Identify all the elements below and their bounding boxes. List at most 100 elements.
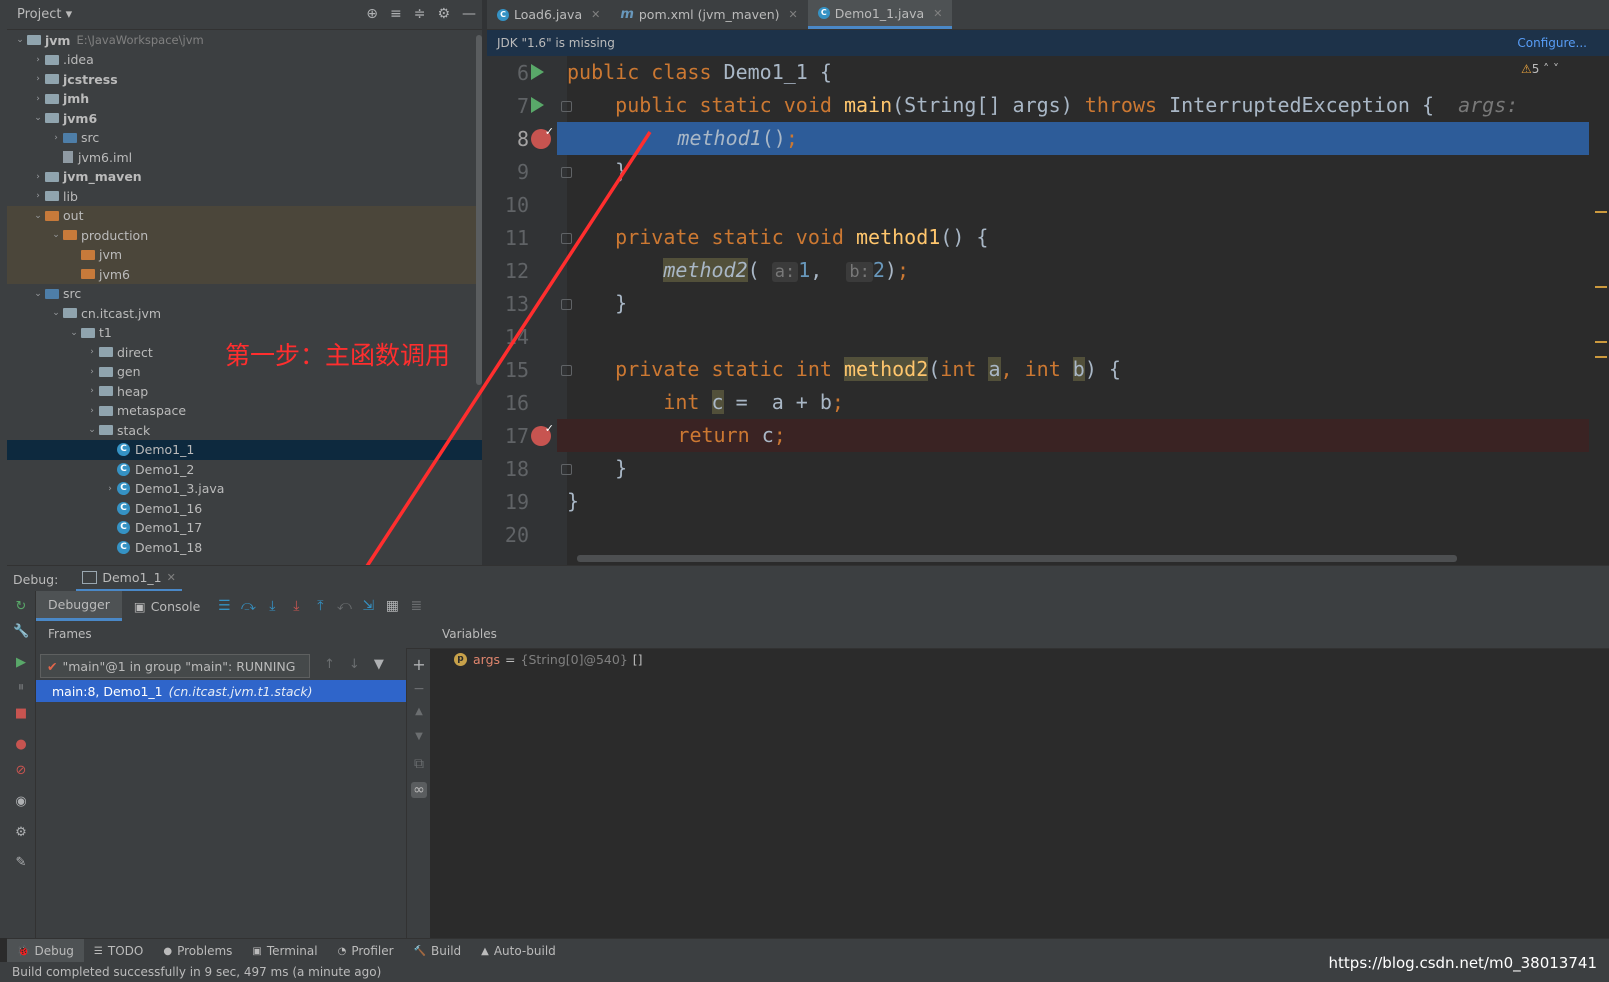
editor-tab[interactable]: C Load6.java ✕ (487, 0, 610, 29)
configure-link[interactable]: Configure... (1517, 36, 1587, 50)
bottom-tab[interactable]: 🔨 Build (404, 939, 472, 963)
close-icon[interactable]: ✕ (933, 7, 942, 20)
glasses-icon[interactable]: ∞ (411, 782, 427, 798)
thread-select[interactable]: ✔ "main"@1 in group "main": RUNNING (40, 654, 310, 678)
chevron-right-icon[interactable]: › (85, 367, 99, 377)
tree-item[interactable]: ⌄ cn.itcast.jvm (7, 303, 482, 323)
gear-icon[interactable]: ⚙ (437, 6, 450, 22)
resume-icon[interactable]: ▶ (13, 655, 29, 671)
run-to-cursor-icon[interactable]: ⇲ (356, 598, 380, 614)
error-stripe[interactable] (1587, 56, 1609, 565)
add-icon[interactable]: + (411, 655, 427, 674)
tree-item[interactable]: C Demo1_2 (7, 459, 482, 479)
debug-session-tab[interactable]: Demo1_1 ✕ (76, 566, 182, 592)
project-title[interactable]: Project ▾ (17, 7, 72, 22)
tree-item[interactable]: jvm (7, 244, 482, 265)
collapse-all-icon[interactable]: ≑ (414, 6, 426, 22)
chevron-right-icon[interactable]: › (85, 406, 99, 416)
variable-row[interactable]: p args = {String[0]@540}[] (454, 652, 643, 667)
locate-icon[interactable]: ⊕ (366, 6, 378, 22)
bottom-tab[interactable]: ▲ Auto-build (471, 939, 566, 963)
close-icon[interactable]: ✕ (591, 8, 600, 21)
bottom-tab[interactable]: ◔ Profiler (328, 939, 404, 963)
trace-icon[interactable]: ≣ (404, 598, 428, 614)
mute-breakpoints-icon[interactable]: ⊘ (13, 763, 29, 779)
rerun-icon[interactable]: ↻ (13, 599, 29, 615)
tree-item[interactable]: ⌄ jvm6 (7, 108, 482, 128)
threads-icon[interactable]: ☰ (212, 598, 236, 614)
tree-item[interactable]: C Demo1_17 (7, 518, 482, 538)
tab-console[interactable]: ▣ Console (122, 591, 212, 621)
chevron-right-icon[interactable]: › (31, 74, 45, 84)
tree-item[interactable]: › jvm_maven (7, 167, 482, 187)
horizontal-scrollbar[interactable] (577, 555, 1457, 562)
chevron-right-icon[interactable]: › (31, 172, 45, 182)
bottom-tab[interactable]: ● Problems (153, 939, 242, 963)
editor-tab[interactable]: C Demo1_1.java ✕ (807, 0, 953, 29)
chevron-down-icon[interactable]: ⌄ (31, 113, 45, 123)
chevron-down-icon[interactable]: ⌄ (31, 211, 45, 221)
expand-all-icon[interactable]: ≡ (390, 6, 402, 22)
tree-item[interactable]: jvm6 (7, 264, 482, 284)
stop-icon[interactable]: ■ (13, 706, 29, 722)
move-up-icon[interactable]: ▲ (411, 706, 427, 717)
move-down-icon[interactable]: ▼ (411, 731, 427, 742)
chevron-down-icon[interactable]: ⌄ (49, 230, 63, 240)
chevron-down-icon[interactable]: ⌄ (31, 289, 45, 299)
copy-icon[interactable]: ⧉ (411, 756, 427, 772)
close-icon[interactable]: ✕ (789, 8, 798, 21)
settings-icon[interactable]: ⚙ (13, 825, 29, 841)
breakpoint-icon[interactable]: ✓ (531, 125, 554, 149)
bottom-tab[interactable]: 🐞 Debug (7, 939, 84, 963)
step-over-icon[interactable]: ⤼ (236, 598, 260, 614)
tab-debugger[interactable]: Debugger (36, 591, 122, 621)
tree-item[interactable]: ⌄ jvm E:\JavaWorkspace\jvm (7, 30, 482, 50)
tree-item[interactable]: › metaspace (7, 401, 482, 421)
tree-item[interactable]: ⌄ production (7, 225, 482, 245)
bottom-tab[interactable]: ▣ Terminal (242, 939, 327, 963)
chevron-right-icon[interactable]: › (49, 133, 63, 143)
tree-item[interactable]: ⌄ stack (7, 420, 482, 440)
minimize-icon[interactable]: — (462, 6, 476, 22)
chevron-right-icon[interactable]: › (31, 94, 45, 104)
force-step-into-icon[interactable]: ⤓ (284, 598, 308, 614)
tree-item[interactable]: › jmh (7, 89, 482, 109)
tree-item[interactable]: › jcstress (7, 69, 482, 89)
remove-icon[interactable]: − (411, 681, 427, 697)
chevron-right-icon[interactable]: › (31, 191, 45, 201)
warning-indicator[interactable]: ⚠5 ˄ ˅ (1521, 62, 1559, 76)
tree-item[interactable]: jvm6.iml (7, 147, 482, 167)
up-arrow-icon[interactable]: ↑ (324, 657, 335, 672)
tree-item[interactable]: › C Demo1_3.java (7, 479, 482, 499)
drop-frame-icon[interactable]: ⤺ (332, 598, 356, 614)
gutter[interactable]: 6 7 8 ✓ 9 10 11 12 13 14 15 16 17 ✓ 18 19 20 (487, 56, 572, 565)
tree-item[interactable]: C Demo1_1 (7, 439, 482, 460)
step-out-icon[interactable]: ⤒ (308, 598, 332, 614)
chevron-down-icon[interactable]: ⌄ (49, 308, 63, 318)
run-icon[interactable] (531, 97, 544, 113)
tree-item[interactable]: › lib (7, 186, 482, 206)
code-area[interactable]: public class Demo1_1 { public static voi… (557, 56, 1589, 565)
camera-icon[interactable]: ◉ (13, 794, 29, 810)
run-icon[interactable] (531, 64, 544, 80)
close-icon[interactable]: ✕ (167, 571, 176, 584)
view-breakpoints-icon[interactable]: ● (13, 737, 29, 753)
pin-icon[interactable]: ✎ (13, 855, 29, 871)
tree-item[interactable]: C Demo1_16 (7, 498, 482, 518)
tree-item[interactable]: C Demo1_18 (7, 537, 482, 557)
tree-item[interactable]: › .idea (7, 50, 482, 70)
filter-icon[interactable]: ▼ (374, 657, 384, 672)
chevron-down-icon[interactable]: ⌄ (13, 35, 27, 45)
evaluate-icon[interactable]: ▦ (380, 598, 404, 614)
chevron-right-icon[interactable]: › (31, 55, 45, 65)
frame-row[interactable]: main:8, Demo1_1 (cn.itcast.jvm.t1.stack) (36, 680, 406, 702)
tree-item[interactable]: ⌄ out (7, 205, 482, 226)
bottom-tab[interactable]: ☰ TODO (84, 939, 153, 963)
chevron-right-icon[interactable]: › (85, 347, 99, 357)
tree-item[interactable]: ⌄ src (7, 284, 482, 304)
breakpoint-icon[interactable]: ✓ (531, 422, 554, 446)
pause-icon[interactable]: ⏸ (13, 680, 29, 696)
wrench-icon[interactable]: 🔧 (13, 624, 29, 640)
chevron-down-icon[interactable]: ⌄ (67, 328, 81, 338)
chevron-down-icon[interactable]: ⌄ (85, 425, 99, 435)
